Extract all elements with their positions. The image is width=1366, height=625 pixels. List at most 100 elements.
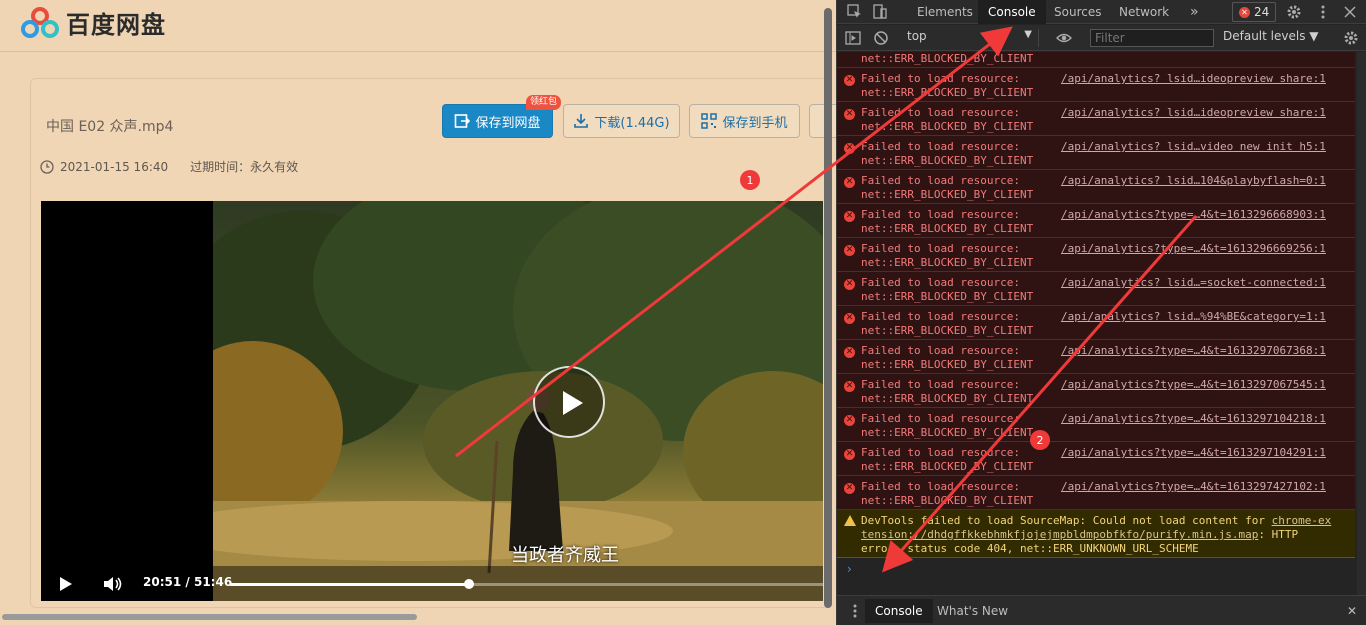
page-horizontal-scrollbar[interactable] bbox=[2, 614, 417, 620]
console-toolbar: top ▼ Default levels ▼ bbox=[837, 25, 1366, 51]
volume-icon[interactable] bbox=[103, 575, 123, 593]
console-error-row[interactable]: ✕ Failed to load resource: /api/analytics?… bbox=[837, 340, 1355, 374]
save-button-label: 保存到网盘 bbox=[475, 115, 541, 131]
error-source-link[interactable]: /api/analytics?type=…4&t=1613297067545:1 bbox=[1061, 378, 1326, 391]
video-player[interactable]: 当政者齐威王 20:51 / 51:46 bbox=[41, 201, 823, 601]
error-source-link[interactable]: /api/analytics? lsid…=socket-connected:1 bbox=[1061, 276, 1326, 289]
context-selector[interactable]: top ▼ bbox=[907, 29, 1039, 47]
console-error-row[interactable]: ✕ Failed to load resource: /api/analytics?… bbox=[837, 204, 1355, 238]
console-error-row[interactable]: ✕ Failed to load resource: /api/analytics?… bbox=[837, 374, 1355, 408]
play-icon bbox=[563, 391, 583, 415]
error-icon: ✕ bbox=[844, 143, 855, 154]
error-source-link[interactable]: /api/analytics? lsid…%94%BE&category=1:1 bbox=[1061, 310, 1326, 323]
warning-icon bbox=[844, 515, 856, 526]
console-error-row[interactable]: ✕ Failed to load resource: /api/analytics?… bbox=[837, 68, 1355, 102]
error-source-link[interactable]: /api/analytics? lsid…video new init h5:1 bbox=[1061, 140, 1326, 153]
tab-console[interactable]: Console bbox=[978, 0, 1046, 24]
device-toolbar-icon[interactable] bbox=[872, 4, 888, 20]
console-scrollbar[interactable] bbox=[1357, 52, 1366, 595]
console-error-row[interactable]: ✕ Failed to load resource: /api/analytics?… bbox=[837, 476, 1355, 510]
error-source-link[interactable]: /api/analytics? lsid…ideopreview share:1 bbox=[1061, 72, 1326, 85]
eye-icon[interactable] bbox=[1056, 30, 1072, 46]
console-error-row[interactable]: ✕ Failed to load resource: /api/analytics?… bbox=[837, 272, 1355, 306]
error-message: Failed to load resource: bbox=[861, 174, 1020, 187]
player-controls: 20:51 / 51:46 bbox=[41, 566, 823, 601]
chevron-down-icon: ▼ bbox=[1024, 29, 1032, 40]
more-options-icon[interactable] bbox=[1315, 4, 1331, 20]
drawer-tab-console[interactable]: Console bbox=[865, 599, 933, 623]
error-source-link[interactable]: /api/analytics?type=…4&t=1613297104291:1 bbox=[1061, 446, 1326, 459]
clear-console-icon[interactable] bbox=[873, 30, 889, 46]
error-source-link[interactable]: /api/analytics? lsid…ideopreview share:1 bbox=[1061, 106, 1326, 119]
file-expiry: 过期时间：永久有效 bbox=[190, 160, 299, 174]
download-button[interactable]: 下载(1.44G) bbox=[563, 104, 680, 138]
drawer-tab-whats-new[interactable]: What's New bbox=[927, 599, 1018, 623]
close-icon[interactable] bbox=[1342, 4, 1358, 20]
drawer-menu-icon[interactable] bbox=[847, 603, 863, 619]
console-error-row[interactable]: ✕ Failed to load resource: /api/analytics?… bbox=[837, 136, 1355, 170]
console-error-row[interactable]: ✕ Failed to load resource: /api/analytics?… bbox=[837, 442, 1355, 476]
error-source-link[interactable]: /api/analytics?type=…4&t=1613297104218:1 bbox=[1061, 412, 1326, 425]
error-reason: net::ERR_BLOCKED_BY_CLIENT bbox=[861, 290, 1034, 303]
error-icon: ✕ bbox=[844, 381, 855, 392]
warning-line-3: error: status code 404, net::ERR_UNKNOWN… bbox=[861, 542, 1199, 555]
video-subtitle: 当政者齐威王 bbox=[511, 545, 619, 566]
progress-bar[interactable] bbox=[230, 579, 823, 589]
error-source-link[interactable]: /api/analytics?type=…4&t=1613296669256:1 bbox=[1061, 242, 1326, 255]
log-levels-dropdown[interactable]: Default levels ▼ bbox=[1223, 29, 1319, 43]
warning-text-1: DevTools failed to load SourceMap: Could… bbox=[861, 514, 1272, 527]
play-icon[interactable] bbox=[59, 576, 73, 592]
page-vertical-scrollbar[interactable] bbox=[824, 8, 832, 608]
console-error-row[interactable]: ✕ Failed to load resource: /api/analytics?… bbox=[837, 238, 1355, 272]
error-message: Failed to load resource: bbox=[861, 480, 1020, 493]
warning-link-1[interactable]: chrome-ex bbox=[1272, 514, 1332, 527]
console-error-row[interactable]: ✕ Failed to load resource: /api/analytics?… bbox=[837, 170, 1355, 204]
error-source-link[interactable]: /api/analytics?type=…4&t=1613296668903:1 bbox=[1061, 208, 1326, 221]
save-icon bbox=[455, 114, 471, 128]
error-message: Failed to load resource: bbox=[861, 72, 1020, 85]
duration: 51:46 bbox=[193, 575, 233, 589]
error-reason: net::ERR_BLOCKED_BY_CLIENT bbox=[861, 120, 1034, 133]
sidebar-toggle-icon[interactable] bbox=[845, 30, 861, 46]
console-output[interactable]: net::ERR_BLOCKED_BY_CLIENT ✕Failed to lo… bbox=[837, 52, 1366, 595]
error-message: Failed to load resource: bbox=[861, 344, 1020, 357]
console-error-row[interactable]: ✕ Failed to load resource: /api/analytics?… bbox=[837, 102, 1355, 136]
inspect-element-icon[interactable] bbox=[847, 4, 863, 20]
error-message: Failed to load resource: bbox=[861, 310, 1020, 323]
more-tabs-button[interactable]: » bbox=[1180, 0, 1209, 24]
error-icon: ✕ bbox=[844, 279, 855, 290]
error-reason: net::ERR_BLOCKED_BY_CLIENT bbox=[861, 392, 1034, 405]
drawer-close-icon[interactable]: ✕ bbox=[1337, 599, 1366, 623]
console-filter-input[interactable] bbox=[1090, 29, 1214, 47]
console-prompt[interactable]: › bbox=[847, 562, 852, 576]
tab-sources[interactable]: Sources bbox=[1044, 0, 1111, 24]
file-name: 中国 E02 众声.mp4 bbox=[46, 119, 174, 135]
console-warning-row[interactable]: DevTools failed to load SourceMap: Could… bbox=[837, 510, 1355, 558]
save-to-phone-button[interactable]: 保存到手机 bbox=[689, 104, 800, 138]
error-icon: ✕ bbox=[1239, 6, 1250, 18]
error-message: Failed to load resource: bbox=[861, 276, 1020, 289]
console-error-row[interactable]: net::ERR_BLOCKED_BY_CLIENT bbox=[837, 52, 1355, 68]
console-error-row[interactable]: ✕ Failed to load resource: /api/analytics?… bbox=[837, 306, 1355, 340]
tab-network[interactable]: Network bbox=[1109, 0, 1179, 24]
time-display: 20:51 / 51:46 bbox=[143, 575, 232, 589]
console-error-row[interactable]: ✕ Failed to load resource: /api/analytics?… bbox=[837, 408, 1355, 442]
red-packet-badge[interactable]: 领红包 bbox=[526, 95, 562, 110]
error-count-badge[interactable]: ✕ 24 bbox=[1232, 2, 1277, 22]
error-source-link[interactable]: /api/analytics?type=…4&t=1613297067368:1 bbox=[1061, 344, 1326, 357]
progress-fill bbox=[230, 583, 469, 586]
gear-icon[interactable] bbox=[1286, 4, 1302, 20]
progress-knob[interactable] bbox=[463, 579, 474, 589]
warning-link-2[interactable]: tension://dhdgffkkebhmkfjojejmpbldmpobfk… bbox=[861, 528, 1258, 541]
download-button-label: 下载(1.44G) bbox=[594, 115, 670, 131]
error-source-link[interactable]: /api/analytics? lsid…104&playbyflash=0:1 bbox=[1061, 174, 1326, 187]
tab-elements[interactable]: Elements bbox=[907, 0, 983, 24]
console-settings-icon[interactable] bbox=[1343, 30, 1359, 46]
error-source-link[interactable]: /api/analytics?type=…4&t=1613297427102:1 bbox=[1061, 480, 1326, 493]
baidu-netdisk-logo-icon[interactable] bbox=[20, 6, 60, 40]
error-message: Failed to load resource: bbox=[861, 242, 1020, 255]
error-icon: ✕ bbox=[844, 177, 855, 188]
save-to-phone-label: 保存到手机 bbox=[722, 115, 788, 131]
brand-name[interactable]: 百度网盘 bbox=[66, 5, 166, 40]
play-overlay-button[interactable] bbox=[533, 366, 605, 438]
